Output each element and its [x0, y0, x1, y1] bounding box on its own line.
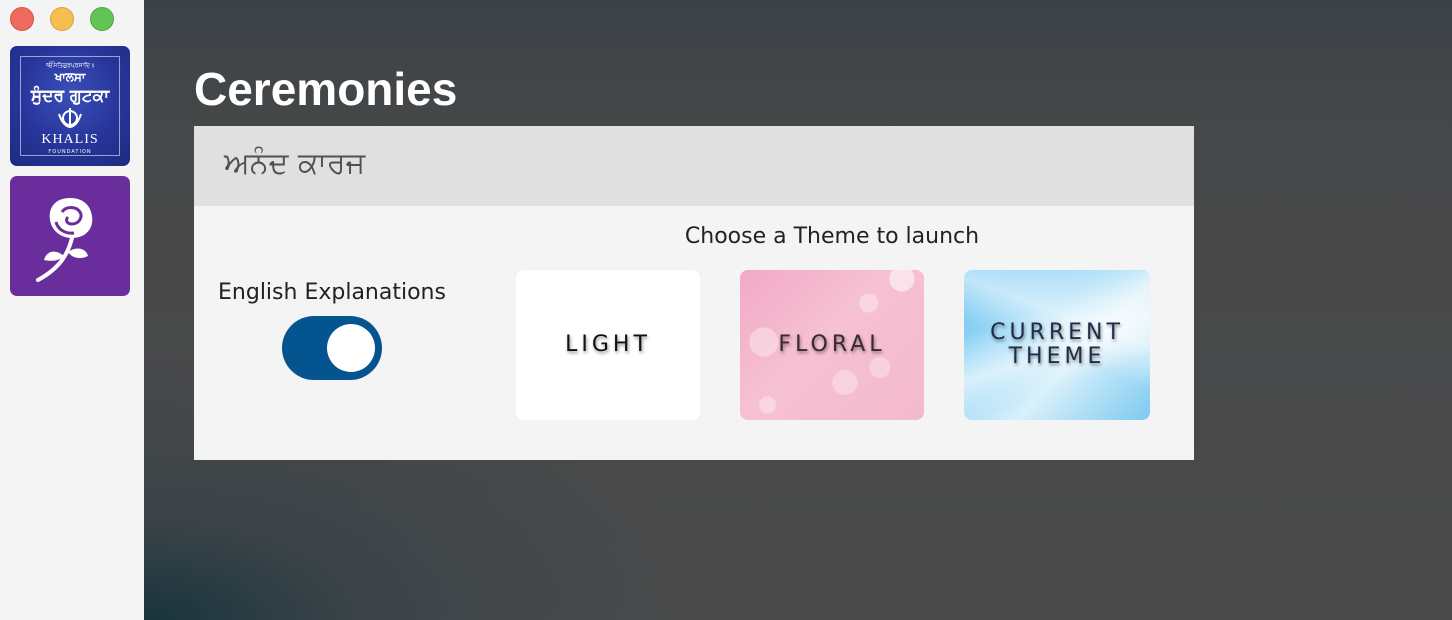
page-title: Ceremonies [194, 63, 458, 115]
theme-light-label: LIGHT [565, 332, 651, 357]
ceremony-card: ਅਨੰਦ ਕਾਰਜ English Explanations Choose a … [194, 126, 1194, 460]
english-explanations-toggle[interactable] [282, 316, 382, 380]
english-explanations-group: English Explanations [204, 280, 460, 380]
khalis-brand: KHALIS [41, 132, 99, 147]
gutka-title-line2: ਸੁੰਦਰ ਗੁਟਕਾ [30, 86, 110, 106]
toggle-knob [327, 324, 375, 372]
themes-heading: Choose a Theme to launch [684, 224, 980, 249]
theme-floral-button[interactable]: FLORAL [740, 270, 924, 420]
app-window: ੴਸਤਿਗੁਰਪ੍ਰਸਾਦਿ॥ ਖਾਲਸਾ ਸੁੰਦਰ ਗੁਟਕਾ KHALIS… [0, 0, 1452, 620]
window-minimize-button[interactable] [50, 7, 74, 31]
window-close-button[interactable] [10, 7, 34, 31]
theme-floral-label: FLORAL [778, 332, 886, 357]
sundar-gutka-app-tile[interactable]: ੴਸਤਿਗੁਰਪ੍ਰਸਾਦਿ॥ ਖਾਲਸਾ ਸੁੰਦਰ ਗੁਟਕਾ KHALIS… [10, 46, 130, 166]
theme-light-button[interactable]: LIGHT [516, 270, 700, 420]
theme-current-label-line2: THEME [1008, 344, 1106, 369]
gutka-top-text: ੴਸਤਿਗੁਰਪ੍ਰਸਾਦਿ॥ [45, 62, 95, 69]
sidebar: ੴਸਤਿਗੁਰਪ੍ਰਸਾਦਿ॥ ਖਾਲਸਾ ਸੁੰਦਰ ਗੁਟਕਾ KHALIS… [0, 0, 144, 620]
khalis-subtext: FOUNDATION [48, 149, 92, 155]
gutka-title-line1: ਖਾਲਸਾ [54, 70, 86, 84]
theme-current-label-line1: CURRENT [990, 320, 1124, 345]
window-maximize-button[interactable] [90, 7, 114, 31]
english-explanations-label: English Explanations [218, 280, 446, 305]
theme-current-label: CURRENT THEME [990, 321, 1124, 369]
rose-icon [36, 198, 93, 282]
card-header: ਅਨੰਦ ਕਾਰਜ [194, 126, 1194, 206]
theme-current-button[interactable]: CURRENT THEME [964, 270, 1150, 420]
khanda-icon [57, 108, 83, 134]
ceremony-title: ਅਨੰਦ ਕਾਰਜ [224, 146, 366, 181]
rose-app-tile[interactable] [10, 176, 130, 296]
